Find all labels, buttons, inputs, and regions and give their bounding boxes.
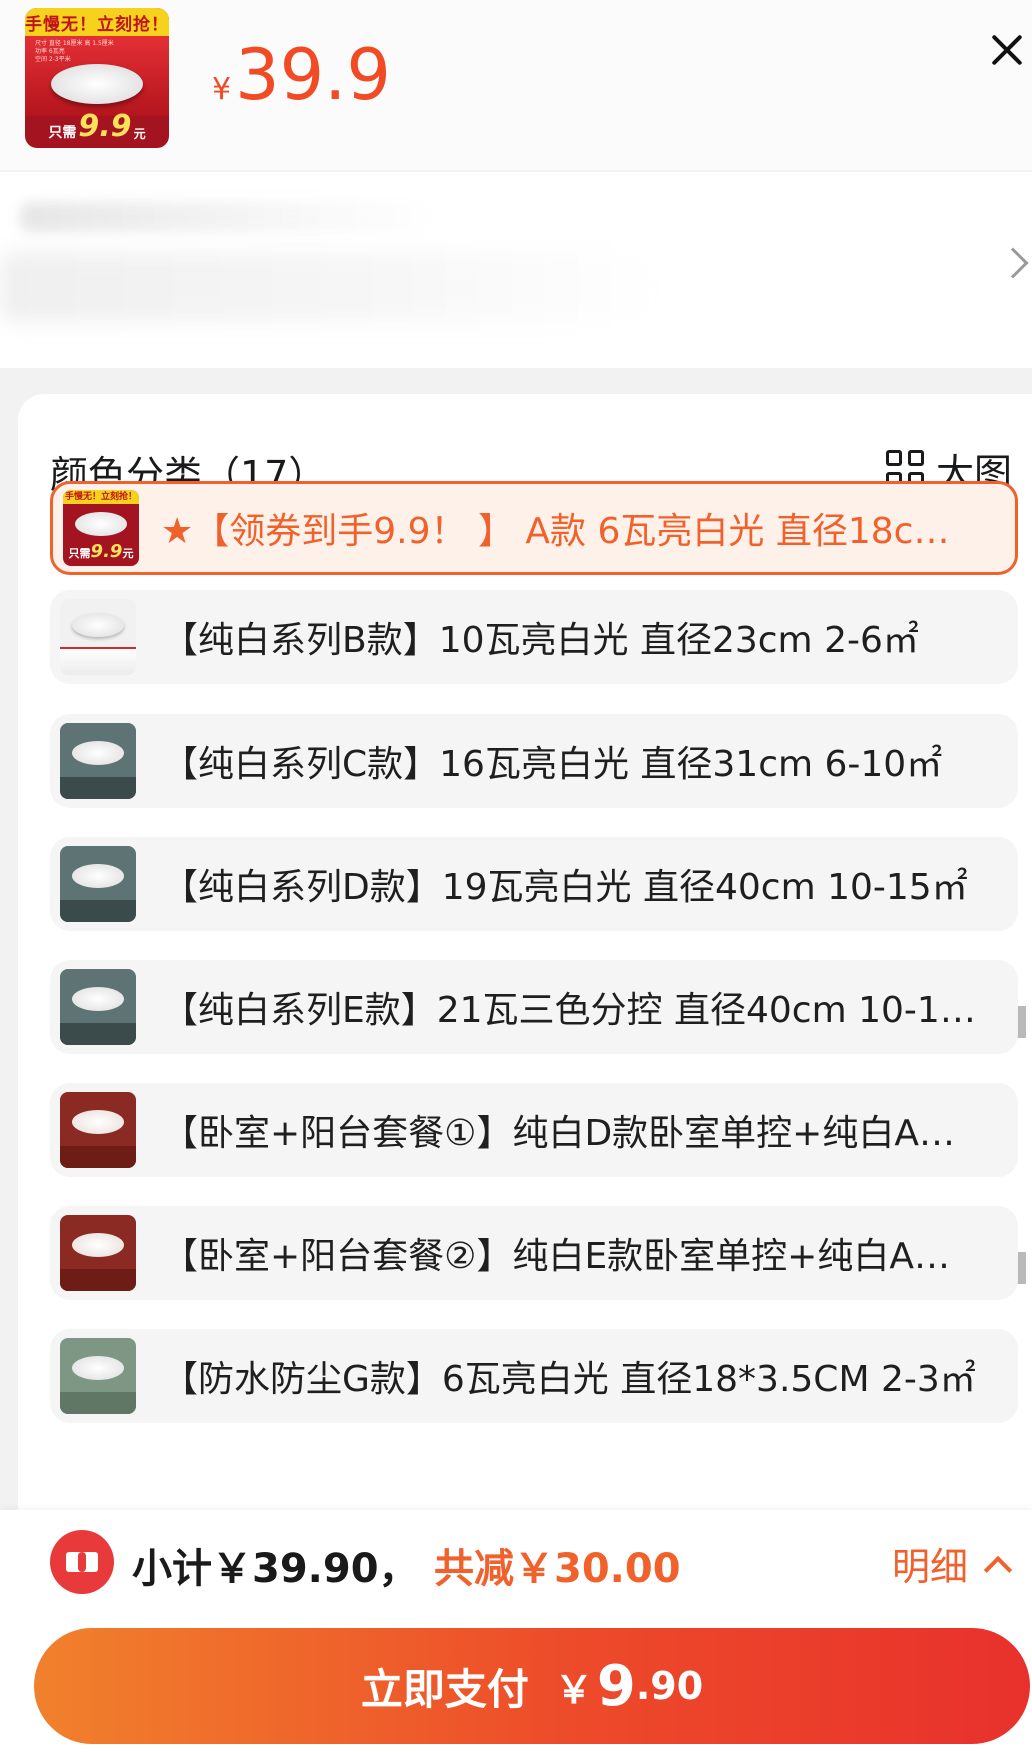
sku-panel: 颜色分类（17） 大图 手慢无！立刻抢！ 只需9.9元 ★【领券到手9.9！ 】… bbox=[18, 394, 1032, 1510]
option-label: 【纯白系列D款】19瓦亮白光 直径40cm 10-15㎡ bbox=[162, 867, 968, 908]
option-thumbnail bbox=[60, 969, 136, 1045]
option-label: ★【领券到手9.9！ 】 A款 6瓦亮白光 直径18cm 2-3㎡ bbox=[161, 511, 981, 552]
address-section[interactable] bbox=[0, 172, 1032, 368]
option-label: 【纯白系列B款】10瓦亮白光 直径23cm 2-6㎡ bbox=[162, 620, 919, 661]
thumb-banner: 手慢无！立刻抢！ bbox=[25, 8, 169, 36]
option-thumbnail bbox=[60, 846, 136, 922]
option-combo-2[interactable]: 【卧室+阳台套餐②】纯白E款卧室单控+纯白A款阳台 bbox=[50, 1206, 1018, 1300]
chevron-up-icon bbox=[983, 1555, 1013, 1584]
option-label: 【纯白系列C款】16瓦亮白光 直径31cm 6-10㎡ bbox=[162, 744, 943, 785]
product-header: 手慢无！立刻抢！ 尺寸 直径 18厘米 高 1.5厘米 功率 6瓦亮 空间 2-… bbox=[0, 0, 1032, 170]
option-g[interactable]: 【防水防尘G款】6瓦亮白光 直径18*3.5CM 2-3㎡ bbox=[50, 1329, 1018, 1423]
blurred-address-line bbox=[20, 202, 440, 232]
thumb-price-unit: 元 bbox=[133, 127, 146, 141]
option-b[interactable]: 【纯白系列B款】10瓦亮白光 直径23cm 2-6㎡ bbox=[50, 590, 1018, 684]
currency-symbol: ¥ bbox=[212, 72, 232, 107]
option-thumbnail bbox=[60, 1338, 136, 1414]
blurred-address-detail bbox=[0, 252, 660, 322]
thumb-price-prefix: 只需 bbox=[48, 125, 77, 141]
option-c[interactable]: 【纯白系列C款】16瓦亮白光 直径31cm 6-10㎡ bbox=[50, 714, 1018, 808]
pay-now-button[interactable]: 立即支付 ￥ 9 .90 bbox=[34, 1628, 1030, 1744]
option-combo-1[interactable]: 【卧室+阳台套餐①】纯白D款卧室单控+纯白A款阳台 bbox=[50, 1083, 1018, 1177]
option-thumbnail bbox=[60, 1092, 136, 1168]
thumb-price: 9.9 bbox=[78, 109, 132, 144]
price-value: 39.9 bbox=[235, 34, 391, 116]
option-label: 【卧室+阳台套餐②】纯白E款卧室单控+纯白A款阳台 bbox=[162, 1236, 982, 1277]
detail-button[interactable]: 明细 bbox=[892, 1536, 1013, 1591]
discount-text: 共减￥30.00 bbox=[434, 1546, 681, 1592]
option-label: 【卧室+阳台套餐①】纯白D款卧室单控+纯白A款阳台 bbox=[162, 1113, 982, 1154]
pay-label: 立即支付 bbox=[360, 1664, 529, 1714]
pay-amount-integer: 9 bbox=[596, 1653, 636, 1719]
product-thumbnail[interactable]: 手慢无！立刻抢！ 尺寸 直径 18厘米 高 1.5厘米 功率 6瓦亮 空间 2-… bbox=[25, 8, 169, 148]
option-thumbnail bbox=[60, 599, 136, 675]
close-icon[interactable] bbox=[985, 28, 1029, 72]
pay-currency: ￥ bbox=[554, 1667, 593, 1712]
lamp-image bbox=[51, 64, 143, 104]
option-label: 【防水防尘G款】6瓦亮白光 直径18*3.5CM 2-3㎡ bbox=[162, 1359, 976, 1400]
thumb-specs: 尺寸 直径 18厘米 高 1.5厘米 功率 6瓦亮 空间 2-3平米 bbox=[35, 40, 114, 63]
detail-label: 明细 bbox=[892, 1545, 969, 1589]
option-thumbnail bbox=[60, 723, 136, 799]
pay-amount-decimal: .90 bbox=[635, 1664, 704, 1708]
option-thumbnail: 手慢无！立刻抢！ 只需9.9元 bbox=[63, 490, 139, 566]
checkout-bar: 小计￥39.90， 共减￥30.00 明细 立即支付 ￥ 9 .90 bbox=[0, 1510, 1032, 1752]
subtotal-text: 小计￥39.90， bbox=[132, 1546, 419, 1592]
chevron-right-icon[interactable] bbox=[997, 247, 1029, 279]
option-e[interactable]: 【纯白系列E款】21瓦三色分控 直径40cm 10-15㎡ bbox=[50, 960, 1018, 1054]
option-a[interactable]: 手慢无！立刻抢！ 只需9.9元 ★【领券到手9.9！ 】 A款 6瓦亮白光 直径… bbox=[50, 481, 1018, 575]
option-d[interactable]: 【纯白系列D款】19瓦亮白光 直径40cm 10-15㎡ bbox=[50, 837, 1018, 931]
product-price: ¥ 39.9 bbox=[212, 40, 391, 110]
option-thumbnail bbox=[60, 1215, 136, 1291]
coupon-icon[interactable] bbox=[50, 1530, 114, 1594]
option-label: 【纯白系列E款】21瓦三色分控 直径40cm 10-15㎡ bbox=[162, 990, 982, 1031]
